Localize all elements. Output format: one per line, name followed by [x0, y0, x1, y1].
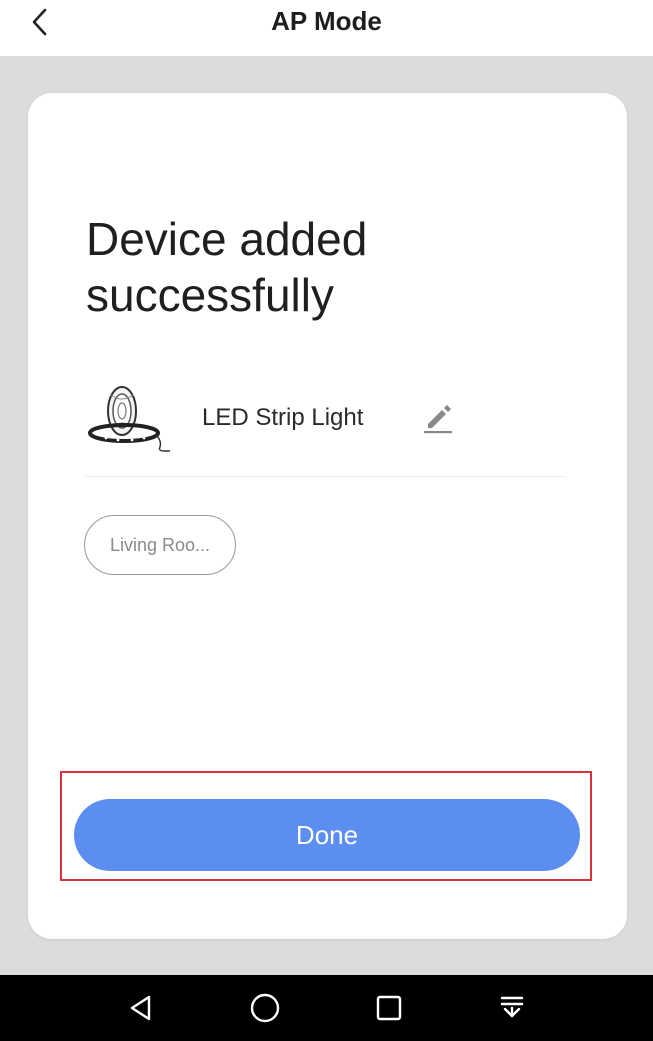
divider	[84, 476, 566, 477]
nav-notification-button[interactable]	[492, 988, 532, 1028]
page-title: AP Mode	[271, 6, 382, 36]
device-row: LED Strip Light	[84, 375, 568, 459]
notification-pull-icon	[500, 996, 524, 1018]
success-heading: Device added successfully	[86, 213, 368, 321]
nav-recents-button[interactable]	[369, 988, 409, 1028]
success-card: Device added successfully LED Strip Ligh…	[28, 93, 627, 939]
room-chip-living-room[interactable]: Living Roo...	[84, 515, 236, 575]
nav-back-button[interactable]	[121, 988, 161, 1028]
home-circle-icon	[250, 993, 280, 1023]
nav-home-button[interactable]	[245, 988, 285, 1028]
edit-name-button[interactable]	[418, 397, 458, 437]
pencil-icon	[424, 405, 452, 434]
led-strip-light-icon	[88, 386, 170, 452]
back-triangle-icon	[130, 995, 151, 1021]
device-name-label: LED Strip Light	[202, 404, 364, 431]
done-button[interactable]: Done	[74, 799, 580, 871]
system-nav-bar	[0, 975, 653, 1041]
header-bar: AP Mode	[0, 0, 653, 56]
recents-square-icon	[376, 995, 402, 1021]
